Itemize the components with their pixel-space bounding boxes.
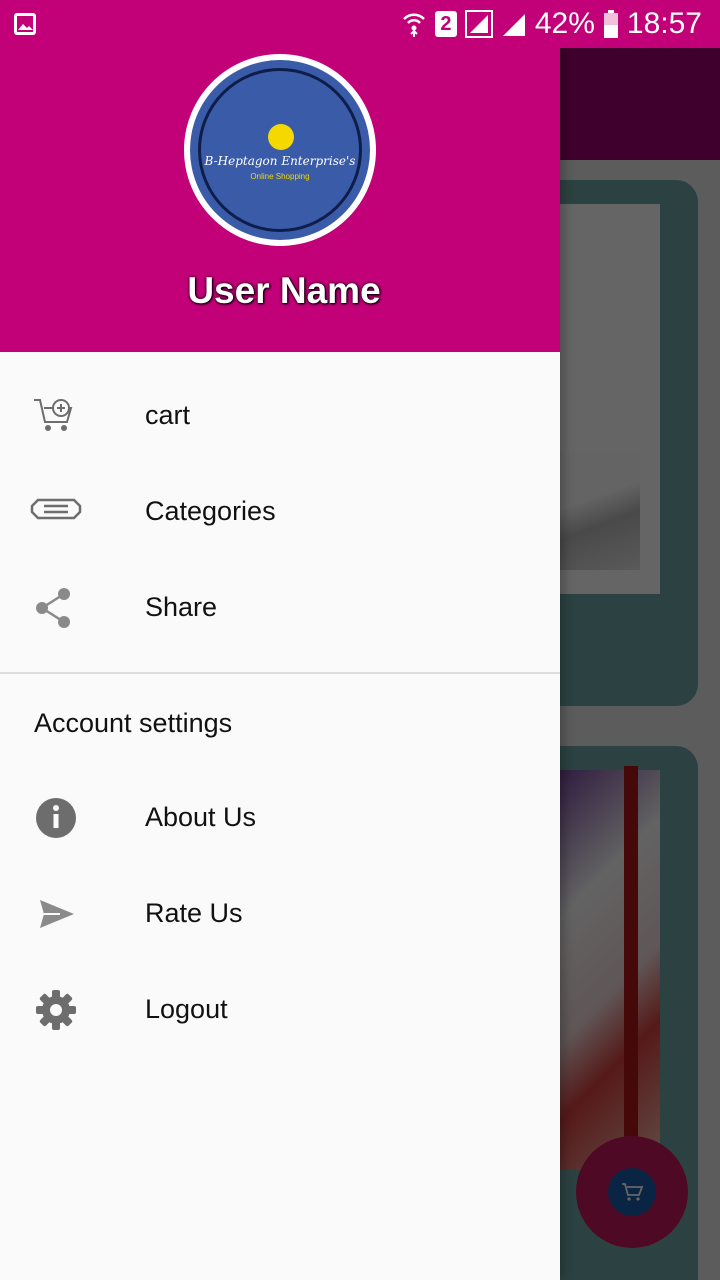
sim-icon: 2 (434, 11, 457, 37)
section-title: Account settings (34, 708, 233, 738)
battery-icon (603, 10, 618, 38)
drawer-item-label: About Us (145, 802, 257, 832)
gallery-notification-icon (12, 11, 38, 42)
drawer-item-rate-us[interactable]: Rate Us (0, 868, 560, 964)
user-name: User Name (187, 270, 381, 311)
drawer-divider (0, 672, 560, 674)
status-bar: 2 42% 18:57 (0, 0, 720, 48)
wifi-hotspot-icon (402, 13, 425, 37)
drawer-item-cart[interactable]: cart (0, 370, 560, 466)
signal-icon (502, 14, 525, 36)
drawer-item-categories[interactable]: Categories (0, 466, 560, 562)
drawer-item-about-us[interactable]: About Us (0, 772, 560, 868)
send-icon (40, 900, 74, 928)
cart-plus-icon (34, 399, 73, 431)
navigation-drawer: B-Heptagon Enterprise's Online Shopping … (0, 48, 560, 1280)
drawer-item-label: Share (145, 592, 218, 622)
drawer-item-label: Logout (145, 994, 228, 1024)
drawer-header: B-Heptagon Enterprise's Online Shopping … (0, 48, 560, 352)
drawer-item-share[interactable]: Share (0, 562, 560, 658)
gear-icon (36, 990, 76, 1030)
categories-icon (30, 498, 82, 520)
brand-logo: B-Heptagon Enterprise's Online Shopping (190, 60, 370, 240)
logo-text: B-Heptagon Enterprise's (204, 154, 356, 168)
drawer-item-label: cart (145, 400, 191, 430)
drawer-item-label: Categories (145, 496, 276, 526)
avatar[interactable]: B-Heptagon Enterprise's Online Shopping (184, 54, 376, 246)
signal-icon (464, 10, 493, 38)
battery-percent: 42% (534, 7, 595, 40)
info-icon (36, 798, 76, 838)
cart-badge-icon (268, 124, 294, 150)
logo-ring (198, 68, 362, 232)
clock: 18:57 (626, 7, 702, 40)
logo-subtext: Online Shopping (250, 172, 310, 181)
drawer-item-logout[interactable]: Logout (0, 964, 560, 1060)
share-icon (36, 588, 70, 628)
drawer-item-label: Rate Us (145, 898, 243, 928)
